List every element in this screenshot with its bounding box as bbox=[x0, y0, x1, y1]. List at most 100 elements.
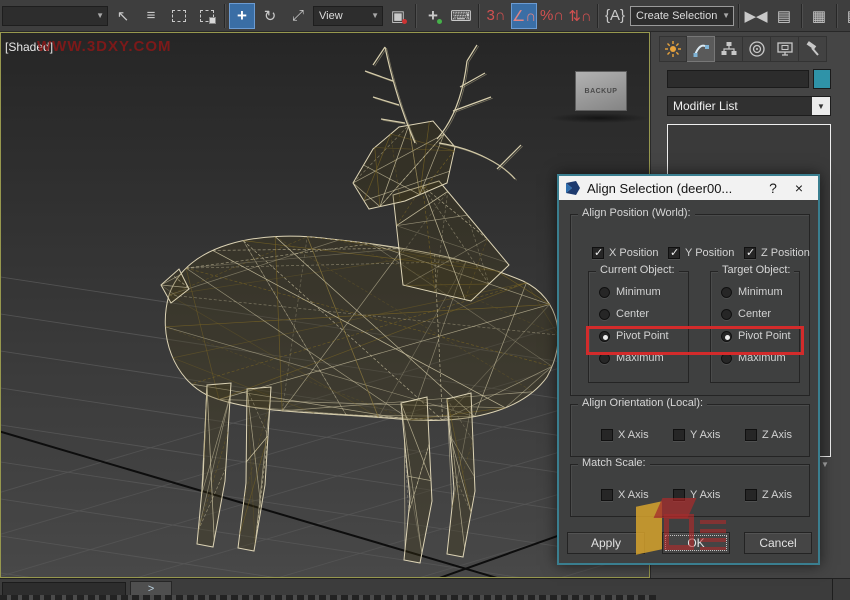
create-sunburst-icon bbox=[664, 40, 682, 58]
ok-button[interactable]: OK bbox=[662, 532, 730, 554]
group-label: Target Object: bbox=[718, 264, 794, 276]
utilities-hammer-icon bbox=[804, 40, 822, 58]
scale-x-axis-checkbox[interactable]: X Axis bbox=[601, 489, 673, 501]
box-shadow bbox=[549, 113, 649, 123]
select-scale-icon[interactable]: ⤢ bbox=[285, 3, 311, 29]
object-color-swatch[interactable] bbox=[813, 69, 831, 89]
select-move-icon[interactable]: + bbox=[229, 3, 255, 29]
selection-filter-dropdown[interactable]: ▼ bbox=[2, 6, 108, 26]
reference-coordinate-dropdown[interactable]: View ▼ bbox=[313, 6, 383, 26]
checkbox-box bbox=[744, 247, 756, 259]
selection-region-icon[interactable] bbox=[166, 3, 192, 29]
align-position-group: Align Position (World): X Position Y Pos… bbox=[570, 214, 810, 396]
checkbox-label: Y Position bbox=[685, 247, 734, 259]
toolbar-separator bbox=[415, 4, 416, 28]
modifier-list-dropdown[interactable]: Modifier List ▼ bbox=[667, 96, 831, 116]
perspective-viewport[interactable]: [Shaded] WWW.3DXY.COM BACKUP bbox=[0, 32, 650, 578]
chevron-down-icon: ▼ bbox=[371, 11, 379, 20]
keyboard-override-icon[interactable]: ⌨ bbox=[448, 3, 474, 29]
named-selection-sets-icon[interactable]: {A} bbox=[602, 3, 628, 29]
checkbox-label: X Position bbox=[609, 247, 659, 259]
target-center-radio[interactable]: Center bbox=[721, 308, 771, 320]
3dsmax-logo-icon bbox=[565, 180, 581, 196]
checkbox-box bbox=[601, 429, 613, 441]
checkbox-label: Z Axis bbox=[762, 489, 792, 501]
radio-circle bbox=[599, 287, 610, 298]
tab-motion[interactable] bbox=[743, 36, 771, 62]
y-position-checkbox[interactable]: Y Position bbox=[668, 247, 744, 259]
orientation-y-axis-checkbox[interactable]: Y Axis bbox=[673, 429, 745, 441]
toolbar-separator bbox=[801, 4, 802, 28]
tab-hierarchy[interactable] bbox=[715, 36, 743, 62]
scale-z-axis-checkbox[interactable]: Z Axis bbox=[745, 489, 817, 501]
selection-set-dropdown[interactable]: Create Selection Set ▼ bbox=[630, 6, 734, 26]
snap-toggle-3d-icon[interactable]: 3∩ bbox=[483, 3, 509, 29]
apply-button[interactable]: Apply bbox=[567, 532, 645, 554]
window-crossing-icon[interactable] bbox=[194, 3, 220, 29]
tab-create[interactable] bbox=[659, 36, 687, 62]
current-center-radio[interactable]: Center bbox=[599, 308, 649, 320]
chevron-down-icon: ▼ bbox=[722, 11, 730, 20]
modifier-list-label: Modifier List bbox=[668, 99, 812, 113]
radio-circle bbox=[721, 287, 732, 298]
current-minimum-radio[interactable]: Minimum bbox=[599, 286, 661, 298]
graphite-ribbon-icon[interactable]: ▤ bbox=[841, 3, 850, 29]
align-selection-dialog: Align Selection (deer00... ? × Align Pos… bbox=[557, 174, 820, 565]
align-orientation-group: Align Orientation (Local): X Axis Y Axis… bbox=[570, 404, 810, 457]
modify-curve-icon bbox=[692, 40, 710, 58]
chevron-down-icon: ▼ bbox=[812, 97, 830, 115]
deer-wireframe-model[interactable] bbox=[161, 45, 558, 563]
position-axis-checkboxes: X Position Y Position Z Position bbox=[592, 247, 820, 259]
checkbox-box bbox=[601, 489, 613, 501]
object-name-field[interactable] bbox=[667, 70, 809, 88]
mirror-icon[interactable]: ▶◀ bbox=[743, 3, 769, 29]
dialog-title-bar[interactable]: Align Selection (deer00... ? × bbox=[559, 176, 818, 200]
z-position-checkbox[interactable]: Z Position bbox=[744, 247, 820, 259]
toolbar-separator bbox=[478, 4, 479, 28]
select-rotate-icon[interactable]: ↻ bbox=[257, 3, 283, 29]
cancel-button[interactable]: Cancel bbox=[744, 532, 812, 554]
layer-manager-icon[interactable]: ▦ bbox=[806, 3, 832, 29]
percent-snap-icon[interactable]: %∩ bbox=[539, 3, 565, 29]
checkbox-box bbox=[745, 429, 757, 441]
backup-box-object[interactable]: BACKUP bbox=[575, 71, 627, 111]
track-bar[interactable] bbox=[0, 595, 656, 600]
tab-display[interactable] bbox=[771, 36, 799, 62]
combo-value: View bbox=[319, 10, 343, 22]
group-label: Match Scale: bbox=[578, 457, 650, 469]
scale-y-axis-checkbox[interactable]: Y Axis bbox=[673, 489, 745, 501]
checkbox-label: Y Axis bbox=[690, 429, 720, 441]
chevron-down-icon: ▼ bbox=[96, 11, 104, 20]
checkbox-box bbox=[592, 247, 604, 259]
tab-utilities[interactable] bbox=[799, 36, 827, 62]
select-object-icon[interactable]: ↖ bbox=[110, 3, 136, 29]
spinner-snap-icon[interactable]: ⇅∩ bbox=[567, 3, 593, 29]
orientation-x-axis-checkbox[interactable]: X Axis bbox=[601, 429, 673, 441]
main-toolbar: ▼↖≡+↻⤢View▼▣+⌨3∩∠∩%∩⇅∩{A}Create Selectio… bbox=[0, 0, 850, 32]
radio-circle bbox=[721, 309, 732, 320]
status-bar: > bbox=[0, 578, 850, 600]
select-manipulate-icon[interactable]: + bbox=[420, 3, 446, 29]
hierarchy-tree-icon bbox=[720, 40, 738, 58]
select-by-name-icon[interactable]: ≡ bbox=[138, 3, 164, 29]
orientation-axis-checkboxes: X Axis Y Axis Z Axis bbox=[601, 429, 817, 441]
radio-circle bbox=[599, 309, 610, 320]
orientation-z-axis-checkbox[interactable]: Z Axis bbox=[745, 429, 817, 441]
checkbox-label: X Axis bbox=[618, 489, 649, 501]
close-icon[interactable]: × bbox=[786, 177, 812, 199]
panel-scroll-arrow-icon[interactable]: ▼ bbox=[821, 460, 829, 469]
x-position-checkbox[interactable]: X Position bbox=[592, 247, 668, 259]
checkbox-box bbox=[745, 489, 757, 501]
tab-modify[interactable] bbox=[687, 36, 715, 62]
toolbar-separator bbox=[738, 4, 739, 28]
radio-label: Minimum bbox=[738, 286, 783, 298]
combo-value: Create Selection Set bbox=[636, 10, 718, 22]
align-icon[interactable]: ▤ bbox=[771, 3, 797, 29]
help-button[interactable]: ? bbox=[760, 177, 786, 199]
target-minimum-radio[interactable]: Minimum bbox=[721, 286, 783, 298]
angle-snap-icon[interactable]: ∠∩ bbox=[511, 3, 537, 29]
use-pivot-point-icon[interactable]: ▣ bbox=[385, 3, 411, 29]
site-watermark-text: WWW.3DXY.COM bbox=[37, 38, 172, 55]
checkbox-label: Z Axis bbox=[762, 429, 792, 441]
dialog-title: Align Selection (deer00... bbox=[587, 181, 760, 196]
